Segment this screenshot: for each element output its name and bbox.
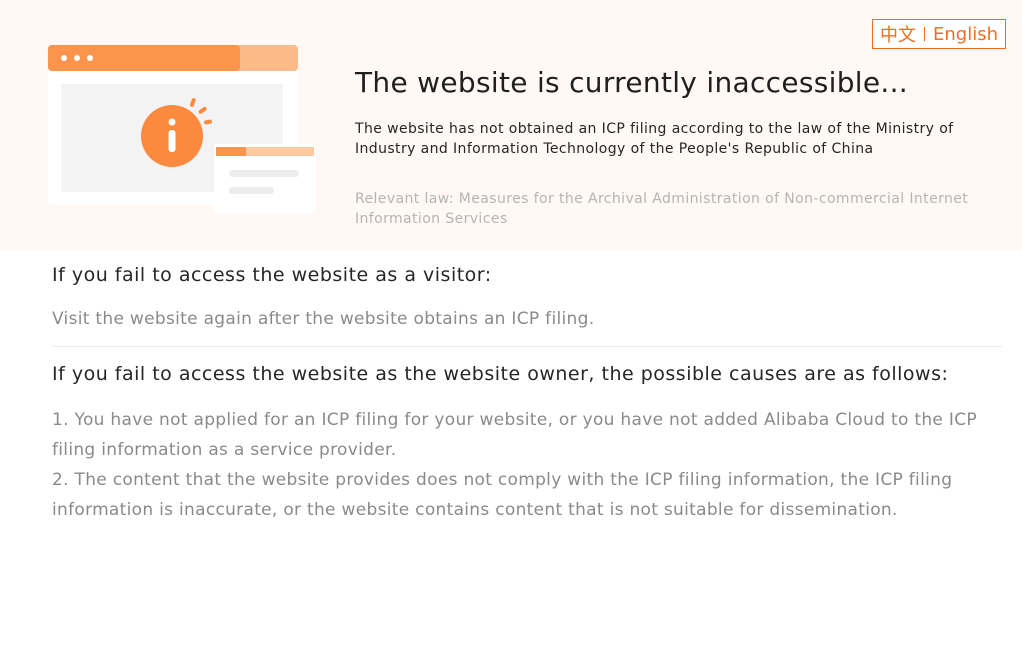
list-item: 1. You have not applied for an ICP filin… xyxy=(52,410,977,460)
language-divider xyxy=(924,27,925,41)
page-title: The website is currently inaccessible... xyxy=(355,66,909,99)
relevant-law-text: Relevant law: Measures for the Archival … xyxy=(355,191,969,227)
language-zh-option[interactable]: 中文 xyxy=(880,21,916,47)
language-en-option[interactable]: English xyxy=(933,24,998,45)
section-divider xyxy=(52,346,1002,347)
list-item: 2. The content that the website provides… xyxy=(52,470,953,520)
hero-banner: 中文 English The website is currently inac… xyxy=(0,0,1022,250)
help-content: If you fail to access the website as a v… xyxy=(52,262,1002,525)
owner-section-title: If you fail to access the website as the… xyxy=(52,363,949,385)
hero-description: The website has not obtained an ICP fili… xyxy=(355,121,954,157)
visitor-instruction: Visit the website again after the websit… xyxy=(52,309,595,329)
language-switcher: 中文 English xyxy=(872,19,1006,49)
visitor-section-title: If you fail to access the website as a v… xyxy=(52,264,492,286)
owner-causes-list: 1. You have not applied for an ICP filin… xyxy=(52,405,1002,525)
browser-illustration xyxy=(30,30,330,230)
